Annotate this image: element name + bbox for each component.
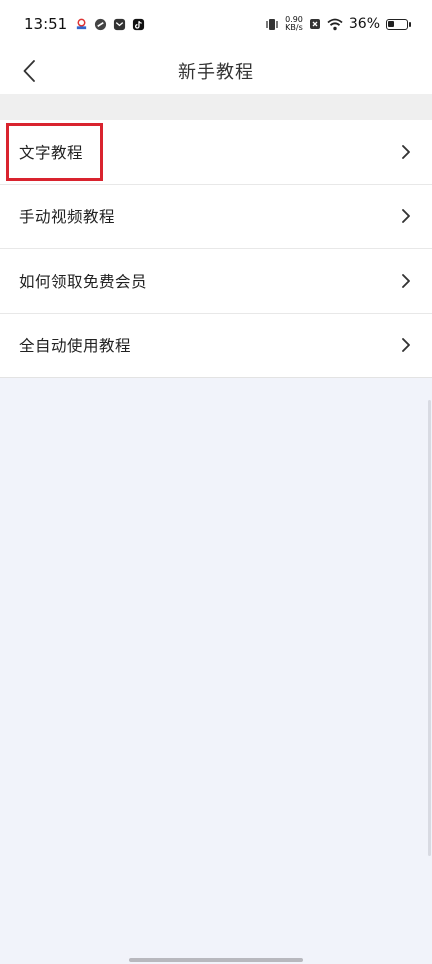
menu-item-label: 全自动使用教程 xyxy=(19,337,132,356)
menu-item-label: 如何领取免费会员 xyxy=(19,272,148,291)
home-indicator[interactable] xyxy=(129,958,303,962)
menu-item-label: 手动视频教程 xyxy=(19,208,116,227)
menu-item-label: 文字教程 xyxy=(19,143,84,162)
page-title: 新手教程 xyxy=(178,62,254,83)
tiktok-notification-icon xyxy=(133,18,145,30)
chevron-right-icon xyxy=(402,273,410,288)
battery-icon xyxy=(386,18,411,30)
menu-item-auto-tutorial[interactable]: 全自动使用教程 xyxy=(0,314,432,378)
wifi-icon xyxy=(327,18,343,30)
scrollbar[interactable] xyxy=(428,400,431,856)
header: 新手教程 xyxy=(0,48,432,94)
menu-item-text-tutorial[interactable]: 文字教程 xyxy=(0,120,432,185)
app-notification-icon xyxy=(77,18,87,29)
menu-item-free-membership[interactable]: 如何领取免费会员 xyxy=(0,249,432,314)
no-sim-icon xyxy=(309,19,320,29)
status-bar: 13:51 0.90 KB/s 36% xyxy=(0,0,432,48)
link-notification-icon xyxy=(95,18,107,30)
network-speed: 0.90 KB/s xyxy=(285,16,303,32)
status-left: 13:51 xyxy=(24,15,145,33)
chevron-right-icon xyxy=(402,338,410,353)
menu-item-manual-video-tutorial[interactable]: 手动视频教程 xyxy=(0,185,432,249)
chevron-right-icon xyxy=(402,144,410,159)
vibrate-icon xyxy=(266,18,278,30)
tutorial-menu-list: 文字教程 手动视频教程 如何领取免费会员 全自动使用教程 xyxy=(0,120,432,378)
status-right: 0.90 KB/s 36% xyxy=(265,16,411,32)
battery-fill xyxy=(388,20,395,27)
section-divider xyxy=(0,94,432,120)
chevron-right-icon xyxy=(402,209,410,224)
battery-percent: 36% xyxy=(348,16,380,32)
mail-notification-icon xyxy=(114,18,126,30)
chevron-left-icon xyxy=(23,60,35,82)
network-speed-unit: KB/s xyxy=(285,23,303,32)
status-time: 13:51 xyxy=(24,15,68,33)
back-button[interactable] xyxy=(12,54,46,88)
screen: 13:51 0.90 KB/s 36% 新手教程 文字教程 手动视频教程 如何领… xyxy=(0,0,432,964)
